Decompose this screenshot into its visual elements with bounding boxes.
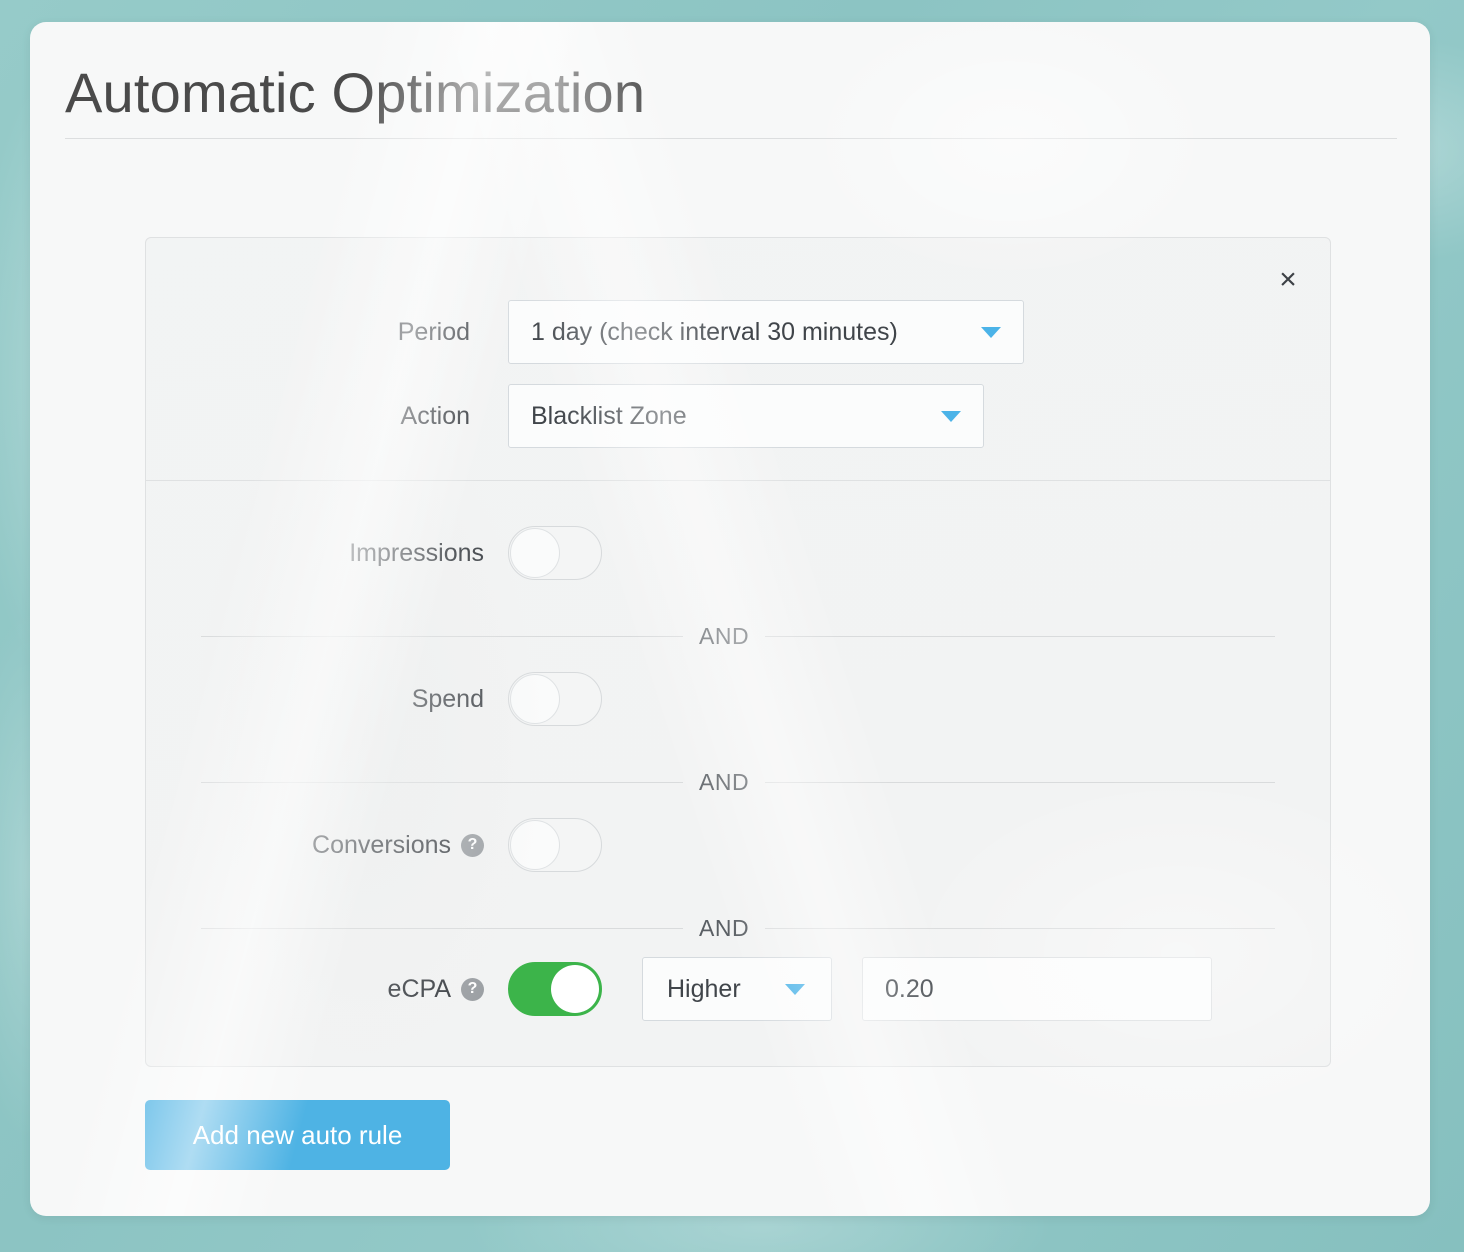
toggle-knob bbox=[551, 965, 599, 1013]
auto-rule-panel: × Period 1 day (check interval 30 minute… bbox=[145, 237, 1331, 1067]
help-icon[interactable]: ? bbox=[461, 977, 484, 1001]
and-label: AND bbox=[699, 622, 750, 649]
separator-line-right bbox=[765, 927, 1275, 929]
period-row: Period 1 day (check interval 30 minutes) bbox=[176, 300, 1024, 364]
separator-line-right bbox=[765, 635, 1275, 637]
ecpa-value-input[interactable]: 0.20 bbox=[862, 957, 1212, 1021]
title-divider bbox=[65, 138, 1397, 139]
panel-section-divider bbox=[146, 480, 1330, 481]
conversions-label: Conversions ? bbox=[146, 831, 508, 860]
ecpa-comparator-select[interactable]: Higher bbox=[642, 957, 832, 1021]
impressions-label: Impressions bbox=[146, 539, 508, 568]
ecpa-label-text: eCPA bbox=[387, 974, 451, 1003]
and-separator: AND bbox=[201, 623, 1275, 649]
spend-label-text: Spend bbox=[411, 684, 484, 713]
chevron-down-icon bbox=[941, 411, 961, 422]
separator-line-left bbox=[201, 927, 683, 929]
action-row: Action Blacklist Zone bbox=[176, 384, 984, 448]
ecpa-label: eCPA ? bbox=[146, 975, 508, 1004]
chevron-down-icon bbox=[981, 327, 1001, 338]
conversions-toggle[interactable] bbox=[508, 818, 602, 872]
action-select[interactable]: Blacklist Zone bbox=[508, 384, 984, 448]
add-new-auto-rule-button[interactable]: Add new auto rule bbox=[145, 1100, 450, 1170]
impressions-toggle[interactable] bbox=[508, 526, 602, 580]
help-icon[interactable]: ? bbox=[461, 833, 484, 857]
period-select[interactable]: 1 day (check interval 30 minutes) bbox=[508, 300, 1024, 364]
separator-line-right bbox=[765, 781, 1275, 783]
chevron-down-icon bbox=[785, 984, 805, 995]
main-card: Automatic Optimization × Period 1 day (c… bbox=[30, 22, 1430, 1216]
close-icon[interactable]: × bbox=[1268, 260, 1308, 300]
period-label: Period bbox=[397, 317, 470, 346]
and-separator: AND bbox=[201, 769, 1275, 795]
and-label: AND bbox=[699, 768, 750, 795]
period-select-value: 1 day (check interval 30 minutes) bbox=[531, 317, 898, 346]
conversions-label-text: Conversions bbox=[312, 830, 451, 859]
page-title: Automatic Optimization bbox=[65, 61, 646, 124]
ecpa-comparator-value: Higher bbox=[667, 974, 741, 1003]
toggle-knob bbox=[510, 674, 560, 724]
condition-row-ecpa: eCPA ? Higher 0.20 bbox=[146, 952, 1330, 1026]
separator-line-left bbox=[201, 635, 683, 637]
condition-row-spend: Spend bbox=[146, 662, 1330, 736]
ecpa-toggle[interactable] bbox=[508, 962, 602, 1016]
impressions-label-text: Impressions bbox=[349, 538, 484, 567]
condition-row-conversions: Conversions ? bbox=[146, 808, 1330, 882]
toggle-knob bbox=[510, 820, 560, 870]
spend-toggle[interactable] bbox=[508, 672, 602, 726]
condition-row-impressions: Impressions bbox=[146, 516, 1330, 590]
spend-label: Spend bbox=[146, 685, 508, 714]
action-select-value: Blacklist Zone bbox=[531, 401, 687, 430]
separator-line-left bbox=[201, 781, 683, 783]
toggle-knob bbox=[510, 528, 560, 578]
and-label: AND bbox=[699, 914, 750, 941]
action-label: Action bbox=[400, 401, 470, 430]
and-separator: AND bbox=[201, 915, 1275, 941]
